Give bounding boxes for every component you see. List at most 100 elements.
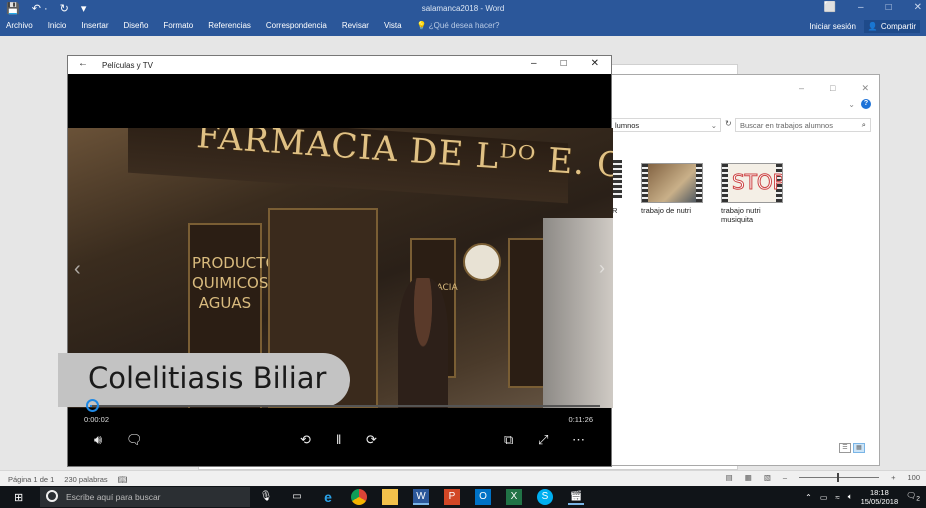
print-layout-icon[interactable]: ▦: [745, 473, 752, 482]
system-tray: ⌃ ▭ ≈ 🔈︎ 18:18 15/05/2018 🗨︎2: [805, 488, 920, 506]
video-thumbnail: STOP: [721, 163, 783, 203]
tab-vista[interactable]: Vista: [384, 21, 402, 30]
tab-referencias[interactable]: Referencias: [208, 21, 251, 30]
app-title: Películas y TV: [102, 61, 153, 70]
document-title: salamanca2018 - Word: [421, 4, 505, 13]
word-icon[interactable]: W: [413, 489, 429, 505]
windows-start-icon[interactable]: ⊞: [14, 491, 23, 504]
large-icons-view-icon[interactable]: ▦: [853, 443, 865, 453]
share-label: Compartir: [880, 22, 916, 31]
tab-formato[interactable]: Formato: [163, 21, 193, 30]
minimize-icon[interactable]: –: [858, 2, 864, 13]
maximize-icon[interactable]: □: [830, 83, 835, 94]
tab-correspondencia[interactable]: Correspondencia: [266, 21, 327, 30]
read-mode-icon[interactable]: ▤: [726, 473, 733, 482]
seek-handle[interactable]: [85, 399, 99, 412]
excel-icon[interactable]: X: [506, 489, 522, 505]
film-strip-left: [642, 164, 648, 202]
task-view-icon[interactable]: ▭: [289, 489, 305, 505]
speaker-icon[interactable]: 🔈︎: [848, 492, 853, 502]
zoom-handle[interactable]: [837, 473, 840, 482]
staircase-wall: [543, 218, 613, 408]
taskbar-search-box[interactable]: Escribe aquí para buscar: [40, 487, 250, 507]
chevron-down-icon[interactable]: ⌄: [711, 121, 717, 130]
total-time: 0:11:26: [568, 415, 593, 424]
stop-graphic: STOP: [732, 170, 783, 195]
movies-tv-icon[interactable]: 🎬︎: [568, 489, 584, 505]
details-view-icon[interactable]: ☰: [839, 443, 851, 453]
mini-view-icon[interactable]: ⧉: [504, 432, 513, 448]
tab-revisar[interactable]: Revisar: [342, 21, 369, 30]
file-item[interactable]: STOP trabajo nutri musiquita: [721, 163, 783, 224]
minimize-icon[interactable]: –: [531, 58, 537, 69]
volume-icon[interactable]: 🔊︎: [94, 432, 102, 448]
outlook-icon[interactable]: O: [475, 489, 491, 505]
word-status-bar: Página 1 de 1 230 palabras 📖︎ ▤ ▦ ▧ – + …: [0, 470, 926, 486]
more-options-icon[interactable]: ⋯: [572, 432, 585, 448]
maximize-icon[interactable]: □: [561, 58, 567, 69]
zoom-out-icon[interactable]: –: [783, 473, 787, 482]
windows-taskbar: ⊞ Escribe aquí para buscar 🎙︎ ▭ e W P O …: [0, 486, 926, 508]
close-icon[interactable]: ✕: [591, 58, 599, 69]
proofing-icon[interactable]: 📖︎: [118, 475, 128, 484]
fullscreen-icon[interactable]: ⤢: [538, 432, 548, 448]
ribbon-display-options-icon[interactable]: ⬜: [824, 2, 836, 13]
skip-back-10-icon[interactable]: ⟲: [300, 432, 311, 448]
partial-file-thumbnail[interactable]: [612, 160, 622, 198]
expand-ribbon-icon[interactable]: ⌄: [848, 100, 855, 109]
file-name: trabajo de nutri: [641, 206, 692, 215]
clock[interactable]: 18:18 15/05/2018: [861, 488, 899, 506]
powerpoint-icon[interactable]: P: [444, 489, 460, 505]
close-icon[interactable]: ✕: [861, 83, 869, 94]
seek-bar[interactable]: [85, 399, 600, 412]
tab-diseno[interactable]: Diseño: [124, 21, 149, 30]
tab-archivo[interactable]: Archivo: [6, 21, 33, 30]
action-center-icon[interactable]: 🗨︎2: [906, 491, 920, 503]
notification-count: 2: [916, 495, 920, 503]
taskbar-apps: 🎙︎ ▭ e W P O X S 🎬︎: [258, 489, 584, 505]
word-count[interactable]: 230 palabras: [64, 475, 107, 484]
explorer-search-input[interactable]: Buscar en trabajos alumnos ⌕: [735, 118, 871, 132]
battery-icon[interactable]: ▭: [820, 493, 828, 502]
maximize-icon[interactable]: □: [886, 2, 892, 13]
file-explorer-icon[interactable]: [382, 489, 398, 505]
previous-arrow-icon[interactable]: ‹: [74, 258, 81, 281]
movies-tv-window: ← Películas y TV – □ ✕ FARMACIA DE Lᴰᴼ E…: [58, 55, 613, 467]
address-text: lumnos: [615, 121, 640, 130]
refresh-icon[interactable]: ↻: [725, 119, 732, 128]
back-arrow-icon[interactable]: ←: [78, 58, 88, 69]
file-item[interactable]: trabajo de nutri: [641, 163, 703, 215]
pause-icon[interactable]: ‖: [336, 432, 341, 447]
search-icon: ⌕: [861, 120, 866, 129]
subtitles-icon[interactable]: 🗨︎: [126, 432, 143, 448]
share-button[interactable]: 👤 Compartir: [863, 20, 920, 33]
close-icon[interactable]: ✕: [914, 2, 922, 13]
tab-inicio[interactable]: Inicio: [48, 21, 67, 30]
web-layout-icon[interactable]: ▧: [764, 473, 771, 482]
film-strip-left: [722, 164, 728, 202]
sign-in-link[interactable]: Iniciar sesión: [809, 22, 856, 31]
show-hidden-icons-icon[interactable]: ⌃: [805, 493, 812, 502]
zoom-in-icon[interactable]: +: [891, 473, 895, 482]
ribbon-right: Iniciar sesión 👤 Compartir: [809, 20, 920, 33]
cortana-icon: [46, 490, 58, 502]
address-bar[interactable]: lumnos ⌄: [611, 118, 721, 132]
tell-me-box[interactable]: 💡 ¿Qué desea hacer?: [417, 21, 500, 30]
storefront-panel: [508, 238, 548, 388]
clock-date: 15/05/2018: [860, 497, 899, 506]
help-icon[interactable]: ?: [861, 99, 871, 109]
page-count[interactable]: Página 1 de 1: [8, 475, 54, 484]
skip-forward-30-icon[interactable]: ⟳: [366, 432, 377, 448]
minimize-icon[interactable]: –: [799, 83, 804, 94]
edge-icon[interactable]: e: [320, 489, 336, 505]
chrome-icon[interactable]: [351, 489, 367, 505]
tab-insertar[interactable]: Insertar: [81, 21, 108, 30]
zoom-slider[interactable]: [799, 473, 880, 482]
microphone-icon[interactable]: 🎙︎: [258, 489, 274, 505]
zoom-level[interactable]: 100: [907, 473, 920, 482]
wifi-icon[interactable]: ≈: [835, 493, 839, 502]
skype-icon[interactable]: S: [537, 489, 553, 505]
explorer-help: ⌄ ?: [848, 99, 871, 109]
tell-me-text: ¿Qué desea hacer?: [428, 21, 500, 30]
next-arrow-icon[interactable]: ›: [599, 258, 605, 279]
